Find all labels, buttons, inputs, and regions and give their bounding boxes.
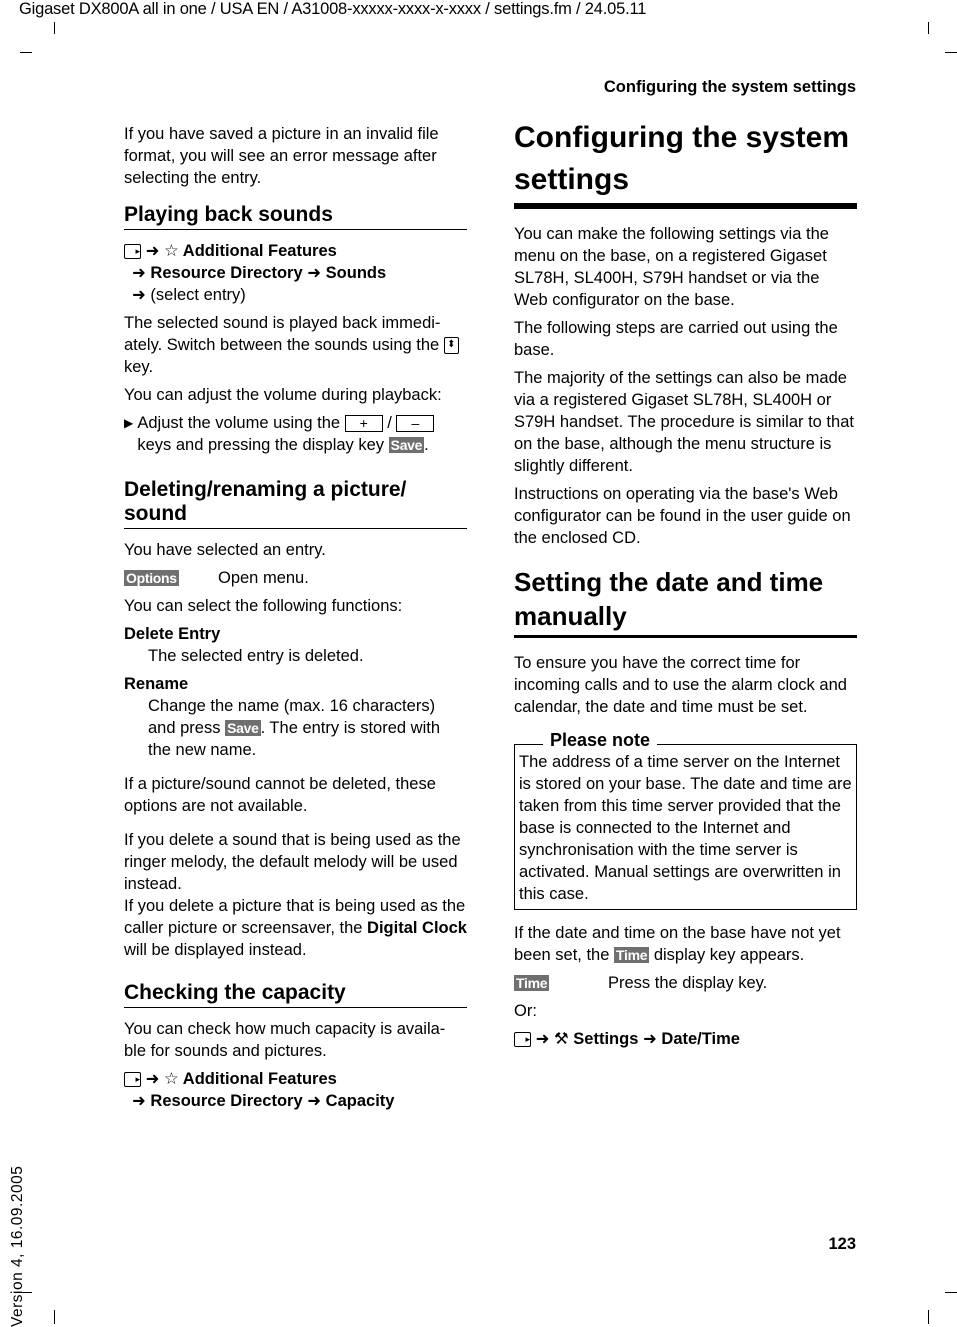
playback-paragraph: The selected sound is played back immedi… — [124, 312, 467, 378]
text: display key appears. — [653, 946, 805, 964]
options-row: Options Open menu. — [124, 567, 467, 589]
arrow-icon: ➜ — [642, 1030, 657, 1048]
delete-sound-paragraph: If you delete a sound that is being used… — [124, 831, 461, 893]
arrow-icon: ➜ — [535, 1030, 550, 1048]
menu-key-icon: ▸ — [124, 244, 141, 260]
arrow-icon: ➜ — [307, 264, 322, 282]
right-column: Configuring the system settings You can … — [514, 113, 857, 1050]
menu-item: Date/Time — [661, 1030, 740, 1048]
term-delete-entry-desc: The selected entry is deleted. — [148, 647, 364, 665]
bullet-text: Adjust the volume using the + / – keys a… — [137, 412, 467, 456]
up-down-key-icon: ⬍ — [443, 337, 459, 355]
functions-paragraph: You can select the following functions: — [124, 597, 403, 615]
please-note-box: Please note The address of a time server… — [514, 729, 857, 910]
capacity-paragraph: You can check how much capacity is avail… — [124, 1020, 446, 1060]
crop-mark — [54, 22, 55, 34]
volume-paragraph: You can adjust the volume during playbac… — [124, 386, 442, 404]
menu-key-icon: ▸ — [514, 1032, 531, 1048]
text: / — [387, 414, 392, 432]
text: key. — [124, 358, 154, 376]
menu-path-date-time: ▸ ➜ ⚒ Settings ➜ Date/Time — [514, 1028, 857, 1050]
section-heading-deleting: Deleting/renaming a picture/ sound — [124, 478, 467, 529]
time-description: Press the display key. — [608, 974, 768, 992]
term-rename-desc: Change the name (max. 16 characters) and… — [124, 695, 467, 761]
crop-mark — [20, 52, 32, 53]
text: will be displayed instead. — [124, 941, 307, 959]
note-text: The address of a time server on the Inte… — [519, 753, 852, 903]
menu-item: Capacity — [325, 1092, 395, 1110]
arrow-icon: ➜ — [132, 1092, 146, 1110]
menu-item: Settings — [573, 1030, 639, 1048]
options-display-key: Options — [124, 570, 179, 586]
text: The selected sound is played back immedi… — [124, 314, 441, 354]
delete-picture-paragraph: If you delete a picture that is being us… — [124, 895, 467, 961]
arrow-icon: ➜ — [307, 1092, 322, 1110]
cannot-delete-paragraph: If a picture/sound cannot be deleted, th… — [124, 775, 436, 815]
bullet-triangle-icon: ▶ — [124, 416, 134, 430]
time-display-key: Time — [614, 947, 650, 963]
handset-paragraph: The majority of the settings can also be… — [514, 369, 854, 475]
document-info: Gigaset DX800A all in one / USA EN / A31… — [19, 0, 647, 18]
left-column: If you have saved a picture in an invali… — [124, 123, 467, 1112]
menu-item: Resource Directory — [150, 1092, 303, 1110]
menu-item: Additional Features — [182, 242, 337, 260]
web-configurator-paragraph: Instructions on operating via the base's… — [514, 485, 851, 547]
bullet-item: ▶ Adjust the volume using the + / – keys… — [124, 412, 467, 456]
note-title: Please note — [543, 729, 658, 751]
term-delete-entry: Delete Entry — [124, 625, 221, 643]
version-label: Version 4, 16.09.2005 — [9, 1165, 26, 1327]
arrow-icon: ➜ — [132, 264, 146, 282]
menu-key-icon: ▸ — [124, 1072, 141, 1088]
save-display-key: Save — [388, 437, 425, 453]
menu-item: Resource Directory — [150, 264, 303, 282]
or-label: Or: — [514, 1002, 537, 1020]
digital-clock-term: Digital Clock — [367, 919, 467, 937]
wrench-icon: ⚒ — [554, 1030, 569, 1048]
star-icon: ☆ — [164, 1070, 179, 1088]
arrow-icon: ➜ — [145, 1070, 160, 1088]
date-time-paragraph: To ensure you have the correct time for … — [514, 654, 847, 716]
arrow-icon: ➜ — [145, 242, 160, 260]
minus-key: – — [396, 415, 435, 433]
settings-intro-paragraph: You can make the following settings via … — [514, 225, 829, 309]
base-steps-paragraph: The following steps are carried out usin… — [514, 319, 838, 359]
text: Adjust the volume using the — [137, 414, 341, 432]
section-heading-playing-sounds: Playing back sounds — [124, 203, 467, 230]
chapter-title: Configuring the system settings — [514, 117, 857, 209]
plus-key: + — [344, 415, 383, 433]
section-heading-date-time: Setting the date and time manually — [514, 565, 857, 638]
text: keys and pressing the display key — [137, 436, 385, 454]
crop-mark — [945, 52, 957, 53]
selected-entry-paragraph: You have selected an entry. — [124, 541, 326, 559]
time-key-paragraph: If the date and time on the base have no… — [514, 922, 857, 966]
term-rename: Rename — [124, 675, 189, 693]
menu-path-sounds: ▸ ➜ ☆ Additional Features ➜ Resource Dir… — [124, 240, 467, 306]
save-display-key: Save — [225, 720, 261, 736]
time-display-key: Time — [514, 975, 550, 991]
menu-item: Additional Features — [182, 1070, 337, 1088]
running-head: Configuring the system settings — [603, 78, 856, 96]
crop-mark — [54, 1310, 55, 1324]
crop-mark — [945, 1292, 957, 1293]
page-number: 123 — [828, 1235, 856, 1253]
menu-path-capacity: ▸ ➜ ☆ Additional Features ➜ Resource Dir… — [124, 1068, 467, 1112]
star-icon: ☆ — [164, 242, 179, 260]
time-row: Time Press the display key. — [514, 972, 857, 994]
menu-item: Sounds — [325, 264, 387, 282]
section-heading-capacity: Checking the capacity — [124, 981, 467, 1008]
arrow-icon: ➜ — [132, 286, 146, 304]
text: . — [424, 436, 429, 454]
menu-item-hint: (select entry) — [150, 286, 246, 304]
options-description: Open menu. — [218, 569, 309, 587]
crop-mark — [928, 22, 929, 34]
crop-mark — [928, 1310, 929, 1324]
intro-paragraph: If you have saved a picture in an invali… — [124, 125, 439, 187]
